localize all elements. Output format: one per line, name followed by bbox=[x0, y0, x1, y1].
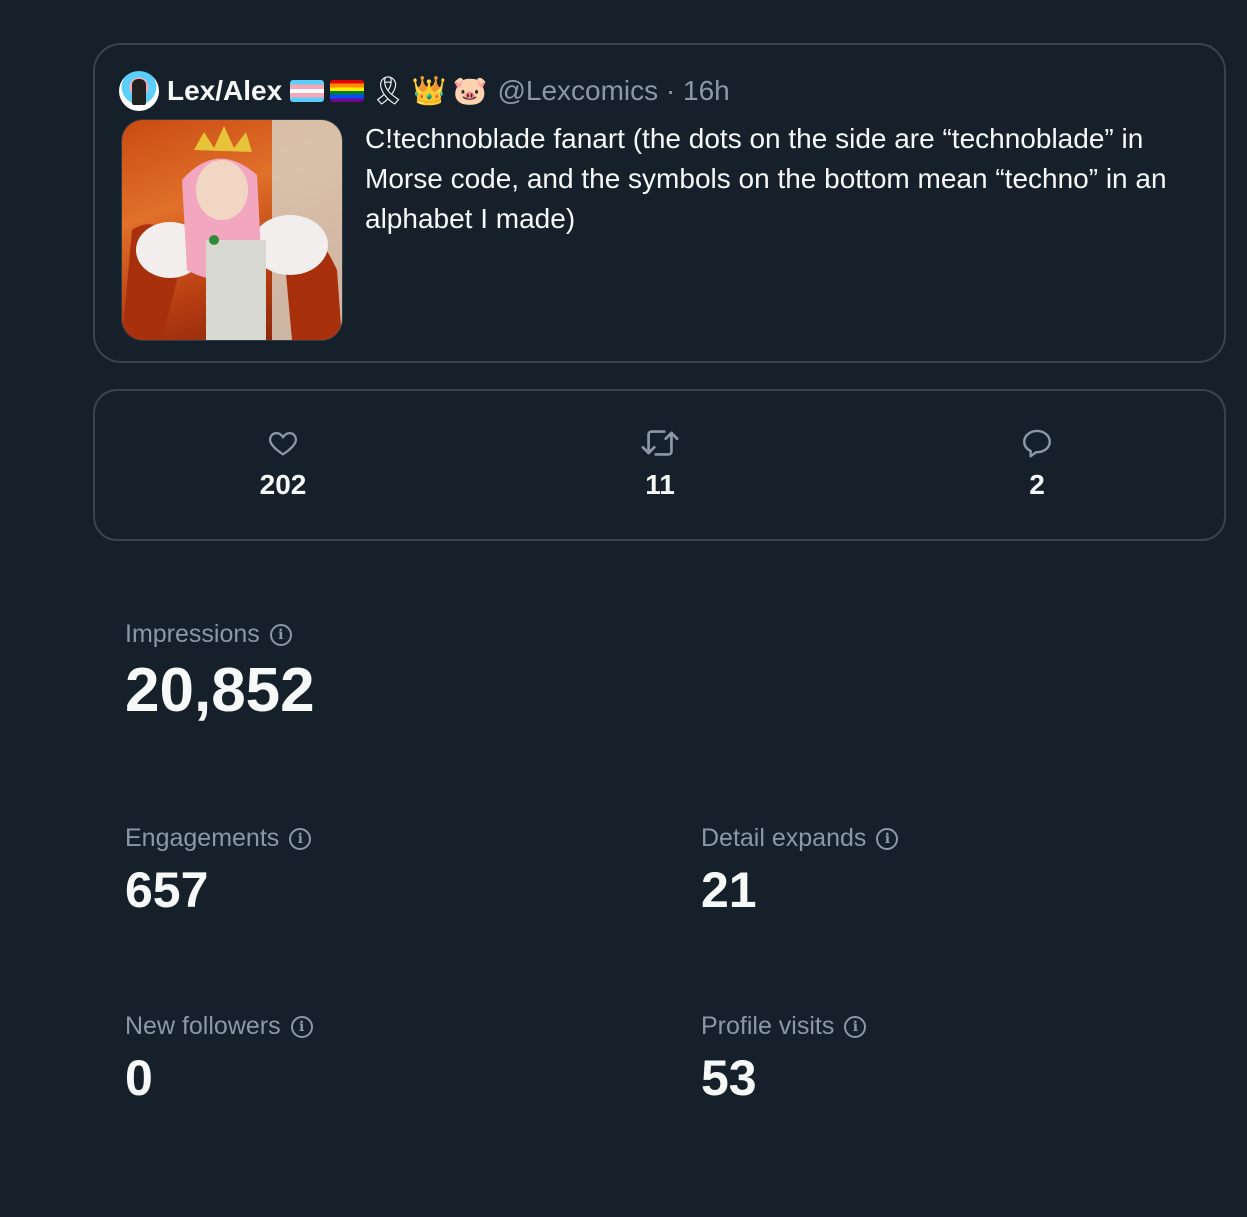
retweets-count: 11 bbox=[645, 469, 675, 500]
pig-icon: 🐷 bbox=[452, 75, 488, 106]
tweet-header: Lex/Alex 🎗 👑 🐷 @Lexcomics · 16h bbox=[119, 69, 730, 113]
detail-expands-value: 21 bbox=[701, 862, 757, 918]
impressions-value: 20,852 bbox=[125, 656, 315, 725]
profile-visits-metric: Profile visits i 53 bbox=[701, 1012, 867, 1107]
info-icon[interactable]: i bbox=[269, 623, 292, 646]
rainbow-flag-icon bbox=[330, 80, 365, 102]
new-followers-label: New followers bbox=[125, 1012, 281, 1040]
engagements-metric: Engagements i 657 bbox=[125, 824, 312, 919]
impressions-label: Impressions bbox=[125, 620, 260, 648]
engagement-bar: 202 11 2 bbox=[93, 389, 1226, 541]
info-icon[interactable]: i bbox=[290, 1015, 313, 1038]
avatar[interactable] bbox=[119, 71, 159, 111]
fanart-image bbox=[122, 120, 342, 340]
reply-icon bbox=[937, 425, 1137, 461]
info-icon[interactable]: i bbox=[844, 1015, 867, 1038]
tweet-text: C!technoblade fanart (the dots on the si… bbox=[365, 123, 1167, 234]
ribbon-icon: 🎗 bbox=[370, 75, 406, 106]
detail-expands-metric: Detail expands i 21 bbox=[701, 824, 899, 919]
new-followers-metric: New followers i 0 bbox=[125, 1012, 313, 1107]
info-icon[interactable]: i bbox=[289, 827, 312, 850]
impressions-metric: Impressions i 20,852 bbox=[125, 620, 315, 726]
replies-stat[interactable]: 2 bbox=[937, 425, 1137, 501]
retweets-stat[interactable]: 11 bbox=[560, 425, 760, 501]
engagements-value: 657 bbox=[125, 862, 209, 918]
new-followers-value: 0 bbox=[125, 1050, 153, 1106]
profile-visits-value: 53 bbox=[701, 1050, 757, 1106]
likes-count: 202 bbox=[259, 469, 307, 500]
replies-count: 2 bbox=[1029, 469, 1045, 500]
transgender-flag-icon bbox=[290, 80, 325, 102]
display-name[interactable]: Lex/Alex bbox=[167, 75, 282, 107]
info-icon[interactable]: i bbox=[876, 827, 899, 850]
detail-expands-label: Detail expands bbox=[701, 824, 867, 852]
profile-visits-label: Profile visits bbox=[701, 1012, 835, 1040]
likes-stat[interactable]: 202 bbox=[183, 425, 383, 501]
handle-and-time[interactable]: @Lexcomics · 16h bbox=[497, 75, 729, 107]
retweet-icon bbox=[560, 425, 760, 461]
crown-icon: 👑 bbox=[411, 75, 447, 106]
tweet-card[interactable]: Lex/Alex 🎗 👑 🐷 @Lexcomics · 16h C!techno… bbox=[93, 43, 1226, 363]
engagements-label: Engagements bbox=[125, 824, 280, 852]
heart-icon bbox=[183, 425, 383, 461]
tweet-image-thumbnail[interactable] bbox=[121, 119, 343, 341]
